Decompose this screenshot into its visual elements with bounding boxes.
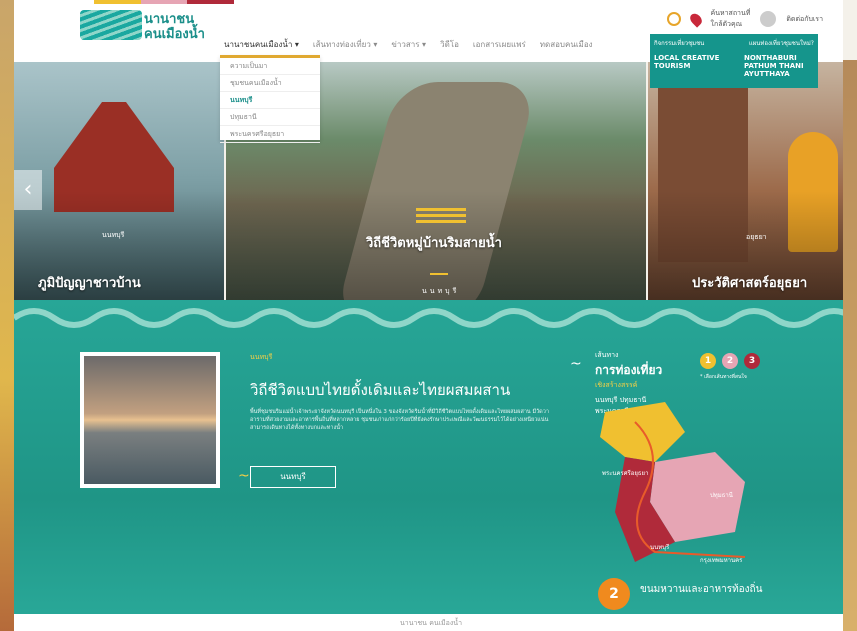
map-label-bangkok: กรุงเทพมหานคร <box>700 557 743 564</box>
nav-item-test[interactable]: ทดสอบคนเมือง <box>540 38 593 51</box>
route-map[interactable] <box>595 392 790 567</box>
promo-provinces: NONTHABURI PATHUM THANI AYUTTHAYA <box>744 54 804 78</box>
background-right <box>843 60 857 631</box>
route-badge-3[interactable]: 3 <box>744 353 760 369</box>
tilde-icon: ~ <box>238 468 250 484</box>
promo-local-creative: LOCAL CREATIVE TOURISM <box>654 54 720 70</box>
footer-text: นานาชน คนเมืองน้ำ <box>400 619 463 627</box>
map-label-pathumthani: ปทุมธานี <box>710 492 733 499</box>
map-label-nonthaburi: นนทบุรี <box>650 544 670 551</box>
hero-title-1[interactable]: ภูมิปัญญาชาวบ้าน <box>38 272 141 293</box>
route-head-small: เส้นทาง <box>595 351 619 359</box>
sunset-river-photo[interactable] <box>80 352 220 488</box>
search-icon[interactable] <box>666 12 681 26</box>
brand-color-yellow <box>94 0 141 4</box>
location-link[interactable]: ค้นหาสถานที่ ใกล้ตัวคุณ <box>711 8 751 30</box>
location-pin-icon[interactable] <box>687 10 704 28</box>
wave-divider <box>14 308 843 328</box>
divider-line <box>430 273 448 275</box>
feature-title[interactable]: วิถีชีวิตแบบไทยดั้งเดิมและไทยผสมผสาน <box>250 378 510 402</box>
main-nav: นานาชนคนเมืองน้ำ ▾ เส้นทางท่องเที่ยว ▾ ข… <box>224 38 593 51</box>
nav-dropdown-menu: ความเป็นมา ชุมชนคนเมืองน้ำ นนทบุรี ปทุมธ… <box>220 55 320 143</box>
nav-item-news[interactable]: ข่าวสาร ▾ <box>391 38 426 51</box>
badge-note: * เลือกเส้นทางที่สนใจ <box>700 374 747 380</box>
promo-right-top[interactable]: แผนท่องเที่ยวชุมชนใหม่? <box>749 38 814 48</box>
dropdown-item-ayutthaya[interactable]: พระนครศรีอยุธยา <box>220 126 320 143</box>
feature-more-button[interactable]: นนทบุรี <box>250 466 336 488</box>
tilde-icon: ~ <box>570 356 582 372</box>
contact-icon[interactable] <box>760 11 777 27</box>
feature-tag: นนทบุรี <box>250 353 273 361</box>
dropdown-item-history[interactable]: ความเป็นมา <box>220 58 320 75</box>
dropdown-item-nonthaburi[interactable]: นนทบุรี <box>220 92 320 109</box>
route-badge-1[interactable]: 1 <box>700 353 716 369</box>
logo-line-1: นานาชน <box>144 12 195 27</box>
brand-color-red <box>187 0 235 4</box>
route-title[interactable]: ขนมหวานและอาหารท้องถิ่น <box>640 583 770 596</box>
carousel-prev-arrow[interactable]: ‹ <box>14 170 42 210</box>
logo-icon[interactable] <box>80 10 142 40</box>
hero-tag-2: นนทบุรี <box>422 287 460 295</box>
hero-tag-3: อยุธยา <box>746 233 767 241</box>
nav-item-people[interactable]: นานาชนคนเมืองน้ำ ▾ <box>224 38 299 51</box>
nav-item-documents[interactable]: เอกสารเผยแพร่ <box>473 38 526 51</box>
hero-title-3[interactable]: ประวัติศาสตร์อยุธยา <box>692 272 807 293</box>
hero-title-2[interactable]: วิถีชีวิตหมู่บ้านริมสายน้ำ <box>366 232 502 253</box>
logo-line-2: คนเมืองน้ำ <box>144 27 205 42</box>
dropdown-item-pathumthani[interactable]: ปทุมธานี <box>220 109 320 126</box>
contact-link[interactable]: ติดต่อกับเรา <box>786 14 823 25</box>
promo-left-top[interactable]: กิจกรรมเที่ยวชุมชน <box>654 38 704 48</box>
hero-tag-1: นนทบุรี <box>102 231 125 239</box>
feature-body: พื้นที่ชุมชนริมแม่น้ำเจ้าพระยาจังหวัดนนท… <box>250 409 549 431</box>
nav-item-routes[interactable]: เส้นทางท่องเที่ยว ▾ <box>313 38 378 51</box>
brand-color-pink <box>140 0 188 4</box>
logo-text[interactable]: นานาชน คนเมืองน้ำ <box>144 12 205 42</box>
location-line-1: ค้นหาสถานที่ <box>710 9 751 17</box>
dropdown-item-communities[interactable]: ชุมชนคนเมืองน้ำ <box>220 75 320 92</box>
hero-panel-wisdom[interactable]: นนทบุรี ภูมิปัญญาชาวบ้าน <box>14 62 224 320</box>
nav-item-video[interactable]: วิดีโอ <box>440 38 459 51</box>
route-badges: 1 2 3 <box>700 353 760 369</box>
wave-icon <box>416 208 466 224</box>
location-line-2: ใกล้ตัวคุณ <box>710 20 743 28</box>
route-number-badge[interactable]: 2 <box>598 578 630 610</box>
brand-color-bar <box>94 0 235 4</box>
route-head-sub: เชิงสร้างสรรค์ <box>595 381 638 389</box>
route-badge-2[interactable]: 2 <box>722 353 738 369</box>
background-left <box>0 0 14 631</box>
map-label-ayutthaya: พระนครศรีอยุธยา <box>602 470 649 477</box>
hero-panel-ayutthaya[interactable]: อยุธยา ประวัติศาสตร์อยุธยา <box>648 62 843 320</box>
route-head-big: การท่องเที่ยว <box>595 363 663 377</box>
promo-box[interactable]: กิจกรรมเที่ยวชุมชน แผนท่องเที่ยวชุมชนใหม… <box>650 34 818 88</box>
header-tools: ค้นหาสถานที่ ใกล้ตัวคุณ ติดต่อกับเรา <box>666 8 823 30</box>
